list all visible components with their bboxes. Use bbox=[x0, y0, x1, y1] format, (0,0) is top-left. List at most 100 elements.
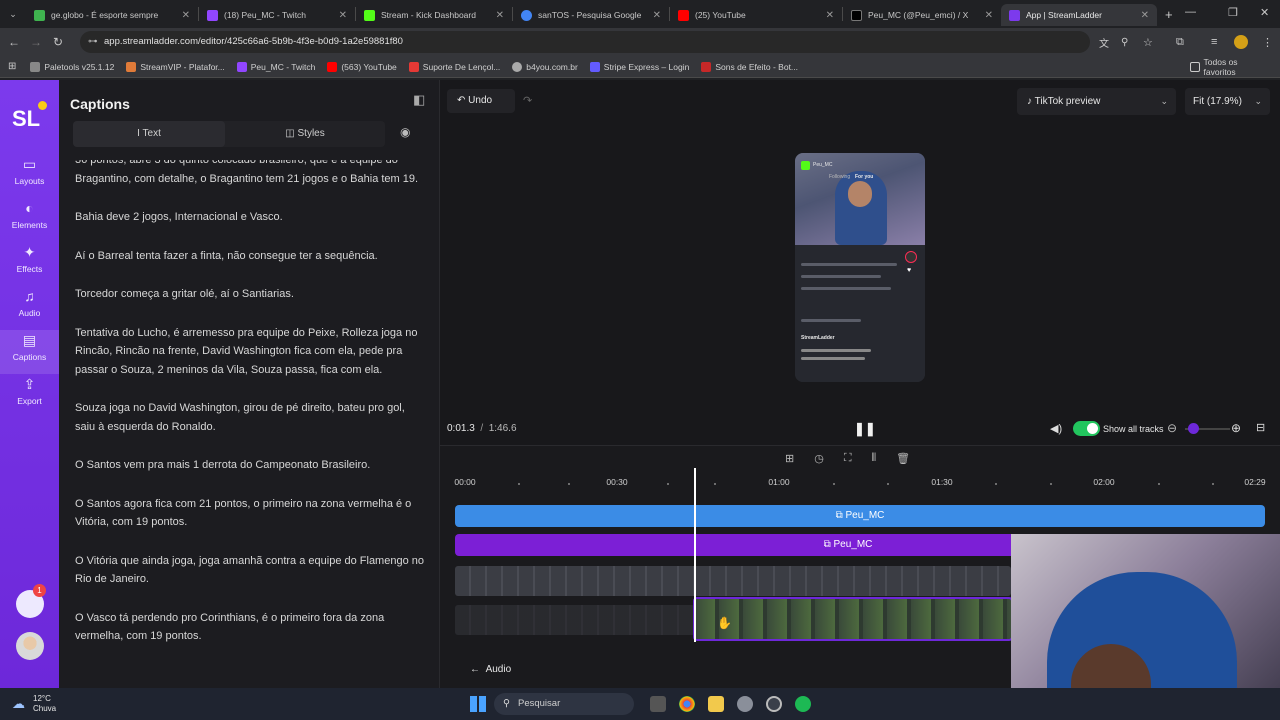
caption-block[interactable]: Bahia deve 2 jogos, Internacional e Vasc… bbox=[75, 208, 425, 227]
tab-x[interactable]: Peu_MC (@Peu_emci) / X ✕ bbox=[843, 4, 1001, 26]
taskbar-search[interactable]: ⚲ Pesquisar bbox=[494, 693, 634, 715]
rail-item-layouts[interactable]: ▭ Layouts bbox=[0, 156, 59, 200]
show-all-tracks-toggle[interactable] bbox=[1073, 421, 1100, 436]
settings-gear-icon[interactable] bbox=[737, 696, 753, 712]
bookmark-streamvip[interactable]: StreamVIP - Platafor... bbox=[126, 61, 225, 72]
caption-block[interactable]: O Santos agora fica com 21 pontos, o pri… bbox=[75, 495, 425, 532]
fit-timeline-icon[interactable]: ⊟ bbox=[1256, 421, 1265, 434]
close-icon[interactable]: ✕ bbox=[985, 10, 993, 21]
zoom-icon[interactable]: ⚲ bbox=[1121, 37, 1128, 48]
speed-icon[interactable]: ◷ bbox=[814, 452, 824, 465]
caption-block[interactable]: Souza joga no David Washington, girou de… bbox=[75, 399, 425, 436]
all-bookmarks[interactable]: Todos os favoritos bbox=[1190, 57, 1268, 77]
captions-list[interactable]: 36 pontos, abre 3 do quinto colocado bra… bbox=[75, 160, 425, 688]
timeline-ruler[interactable]: 00:00 00:30 01:00 01:30 02:00 02:29 bbox=[454, 477, 1265, 493]
close-icon[interactable]: ✕ bbox=[653, 10, 661, 21]
caption-block[interactable]: O Vasco tá perdendo pro Corinthians, é o… bbox=[75, 609, 425, 646]
tab-ge-globo[interactable]: ge.globo - É esporte sempre ✕ bbox=[26, 4, 198, 26]
obs-icon[interactable] bbox=[766, 696, 782, 712]
tab-youtube[interactable]: (25) YouTube ✕ bbox=[670, 4, 842, 26]
pause-icon[interactable]: ❚❚ bbox=[854, 421, 876, 437]
close-icon[interactable]: ✕ bbox=[826, 10, 834, 21]
undo-button[interactable]: ↶ Undo bbox=[447, 89, 515, 113]
windows-start-icon[interactable] bbox=[470, 696, 486, 712]
close-icon[interactable]: ✕ bbox=[339, 10, 347, 21]
bookmark-b4you[interactable]: b4you.com.br bbox=[512, 61, 578, 72]
close-icon[interactable]: ✕ bbox=[182, 10, 190, 21]
tiktok-phone-preview[interactable]: Peu_MC Following For you StreamLadder ♥ bbox=[795, 153, 925, 382]
volume-icon[interactable]: ◀) bbox=[1050, 422, 1062, 435]
bookmark-twitch[interactable]: Peu_MC - Twitch bbox=[236, 61, 315, 72]
bookmark-stripe[interactable]: Stripe Express – Login bbox=[589, 61, 689, 72]
spotify-icon[interactable] bbox=[795, 696, 811, 712]
caption-block[interactable]: Torcedor começa a gritar olé, aí o Santi… bbox=[75, 285, 425, 304]
reload-icon[interactable]: ↻ bbox=[47, 35, 69, 49]
split-icon[interactable]: ⫴ bbox=[872, 452, 877, 465]
extensions-icon[interactable]: ⧉ bbox=[1176, 36, 1184, 49]
caption-block[interactable]: O Santos vem pra mais 1 derrota do Campe… bbox=[75, 456, 425, 475]
caption-block[interactable]: O Vitória que ainda joga, joga amanhã co… bbox=[75, 552, 425, 589]
task-view-icon[interactable] bbox=[650, 696, 666, 712]
playhead[interactable] bbox=[694, 468, 696, 642]
tab-streamladder[interactable]: App | StreamLadder ✕ bbox=[1001, 4, 1157, 26]
new-tab-icon[interactable]: + bbox=[1165, 7, 1173, 22]
palette-icon[interactable]: ◉ bbox=[400, 125, 410, 139]
audio-thumbnail-track[interactable] bbox=[455, 605, 695, 635]
zoom-fit-select[interactable]: Fit (17.9%) ⌄ bbox=[1185, 88, 1270, 115]
bookmark-youtube[interactable]: (563) YouTube bbox=[327, 61, 397, 72]
tab-search-icon[interactable]: ⌄ bbox=[0, 9, 26, 20]
forward-icon[interactable]: → bbox=[25, 35, 47, 49]
video-thumbnail-track[interactable] bbox=[455, 566, 1011, 596]
site-info-icon[interactable]: ⊶ bbox=[88, 31, 98, 53]
drag-hand-icon[interactable]: ✋ bbox=[717, 616, 732, 630]
track-peu-mc-blue[interactable]: ⧉ Peu_MC bbox=[455, 505, 1265, 527]
menu-icon[interactable]: ⋮ bbox=[1262, 36, 1273, 49]
url-field[interactable]: ⊶ app.streamladder.com/editor/425c66a6-5… bbox=[80, 31, 1090, 53]
rail-item-audio[interactable]: ♫ Audio bbox=[0, 288, 59, 332]
collapse-panel-icon[interactable]: ◧ bbox=[413, 92, 425, 108]
bookmark-suporte[interactable]: Suporte De Lençol... bbox=[408, 61, 500, 72]
rail-item-elements[interactable]: ◐ Elements bbox=[0, 200, 59, 244]
profile-avatar[interactable] bbox=[1234, 35, 1248, 49]
caption-block[interactable]: Tentativa do Lucho, é arremesso pra equi… bbox=[75, 324, 425, 380]
track-peu-mc-purple[interactable]: ⧉ Peu_MC bbox=[455, 534, 1011, 556]
tab-kick[interactable]: Stream - Kick Dashboard ✕ bbox=[356, 4, 512, 26]
bookmark-star-icon[interactable]: ☆ bbox=[1143, 36, 1153, 49]
minimize-icon[interactable]: — bbox=[1185, 6, 1196, 18]
zoom-in-icon[interactable]: ⊕ bbox=[1231, 421, 1241, 435]
tab-twitch[interactable]: (18) Peu_MC - Twitch ✕ bbox=[199, 4, 355, 26]
zoom-slider-handle[interactable] bbox=[1188, 423, 1199, 434]
chat-support-button[interactable]: 1 bbox=[16, 584, 46, 618]
caption-block[interactable]: Aí o Barreal tenta fazer a finta, não co… bbox=[75, 247, 425, 266]
rail-item-captions[interactable]: ▤ Captions bbox=[0, 330, 59, 374]
redo-icon[interactable]: ↷ bbox=[523, 94, 532, 107]
back-icon[interactable]: ← bbox=[3, 35, 25, 49]
bookmark-paletools[interactable]: Paletools v25.1.12 bbox=[30, 61, 114, 72]
preview-mode-select[interactable]: ♪ TikTok preview ⌄ bbox=[1017, 88, 1176, 115]
ruler-dot bbox=[887, 483, 889, 485]
window-close-icon[interactable]: ✕ bbox=[1260, 6, 1269, 19]
selected-clip[interactable] bbox=[693, 597, 1013, 641]
bookmark-sons[interactable]: Sons de Efeito - Bot... bbox=[701, 61, 798, 72]
file-explorer-icon[interactable] bbox=[708, 696, 724, 712]
tab-styles[interactable]: ◫ Styles bbox=[225, 121, 385, 147]
maximize-icon[interactable]: ❐ bbox=[1228, 6, 1238, 19]
close-icon[interactable]: ✕ bbox=[496, 10, 504, 21]
caption-block[interactable]: 36 pontos, abre 3 do quinto colocado bra… bbox=[75, 160, 425, 188]
reading-list-icon[interactable]: ≡ bbox=[1211, 36, 1217, 48]
user-avatar[interactable] bbox=[16, 632, 44, 660]
audio-back-button[interactable]: ← Audio bbox=[470, 664, 511, 675]
rail-item-effects[interactable]: ✦ Effects bbox=[0, 244, 59, 288]
zoom-out-icon[interactable]: ⊖ bbox=[1167, 421, 1177, 435]
trash-icon[interactable]: 🗑 bbox=[896, 452, 910, 465]
translate-icon[interactable]: 文 bbox=[1099, 35, 1109, 50]
weather-widget[interactable]: 12°C Chuva bbox=[33, 694, 56, 714]
tab-text[interactable]: I Text bbox=[73, 121, 225, 147]
fullscreen-icon[interactable]: ⛶ bbox=[844, 452, 852, 465]
rail-item-export[interactable]: ⇪ Export bbox=[0, 376, 59, 420]
close-icon[interactable]: ✕ bbox=[1141, 10, 1149, 21]
add-segment-icon[interactable]: ⊞ bbox=[785, 452, 794, 465]
apps-grid-icon[interactable]: ⊞ bbox=[8, 61, 16, 72]
chrome-icon[interactable] bbox=[679, 696, 695, 712]
tab-google[interactable]: sanTOS - Pesquisa Google ✕ bbox=[513, 4, 669, 26]
